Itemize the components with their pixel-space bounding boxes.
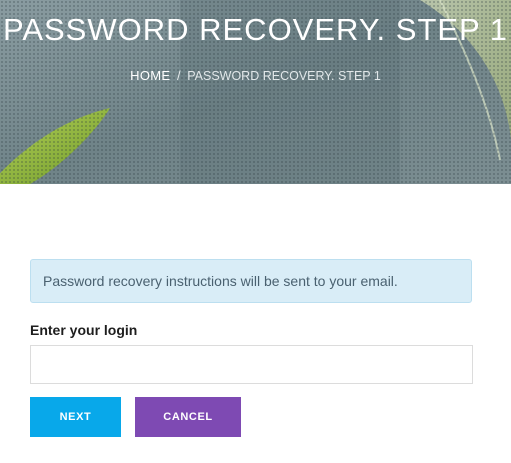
next-button[interactable]: NEXT: [30, 397, 121, 437]
login-input[interactable]: [30, 345, 473, 384]
login-field-label: Enter your login: [30, 322, 138, 338]
info-alert-text: Password recovery instructions will be s…: [43, 273, 398, 289]
info-alert: Password recovery instructions will be s…: [30, 259, 472, 303]
page-header-banner: PASSWORD RECOVERY. STEP 1 HOME / PASSWOR…: [0, 0, 511, 184]
breadcrumb: HOME / PASSWORD RECOVERY. STEP 1: [0, 68, 511, 84]
page-title: PASSWORD RECOVERY. STEP 1: [2, 12, 509, 47]
breadcrumb-separator: /: [176, 68, 181, 83]
breadcrumb-home-link[interactable]: HOME: [130, 68, 170, 83]
breadcrumb-current: PASSWORD RECOVERY. STEP 1: [187, 69, 381, 83]
cancel-button[interactable]: CANCEL: [135, 397, 241, 437]
